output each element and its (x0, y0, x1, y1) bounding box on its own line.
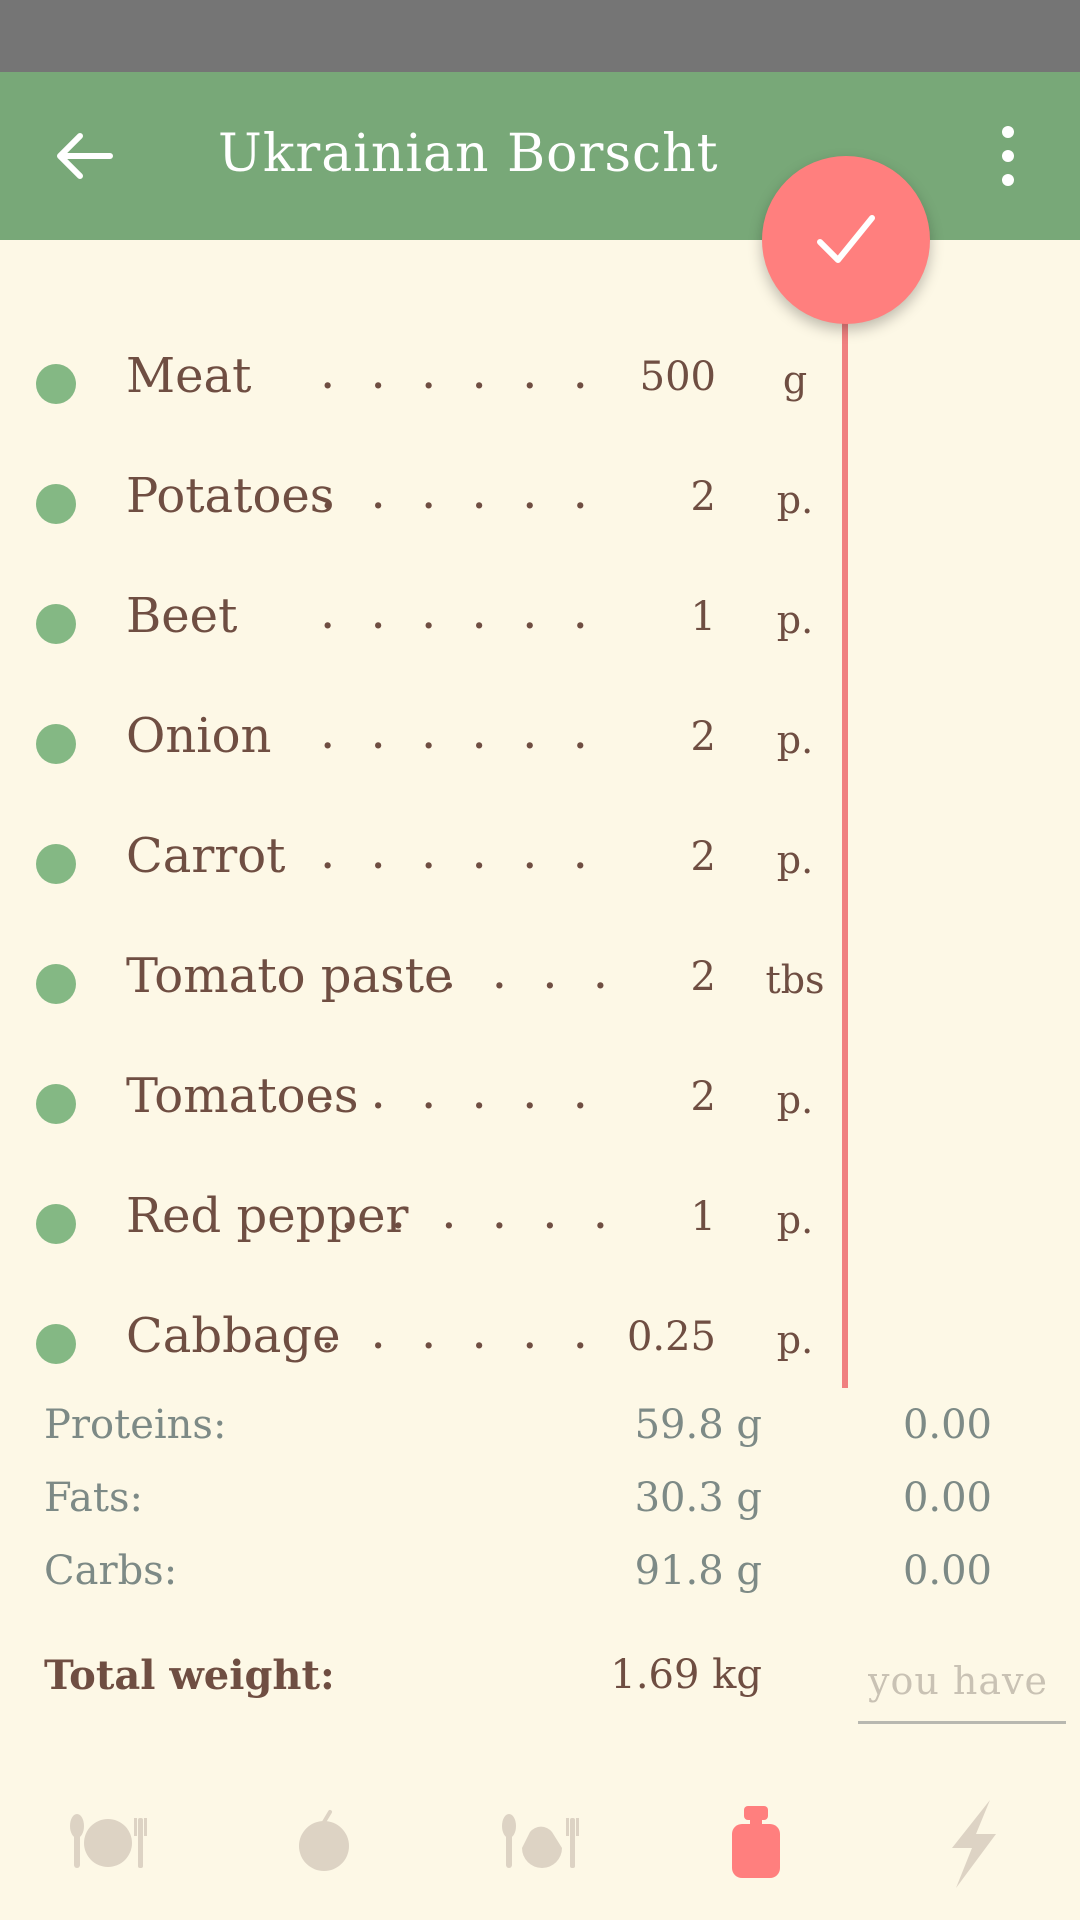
status-dot (36, 1204, 76, 1244)
more-options-button[interactable] (986, 120, 1030, 192)
nav-item-meat[interactable] (490, 1798, 590, 1888)
plate-cutlery-icon (70, 1814, 147, 1868)
ingredient-row[interactable]: Red pepper . . . . . . 1 p. (0, 1164, 860, 1284)
chicken-leg-icon (502, 1814, 579, 1868)
status-dot (36, 724, 76, 764)
ingredient-name: Carrot (126, 828, 286, 884)
ingredient-quantity: 1 (690, 594, 716, 640)
status-dot (36, 484, 76, 524)
leader-dots: . . . . . . . . . (320, 704, 618, 760)
fats-label: Fats: (44, 1475, 143, 1521)
arrow-left-icon (57, 133, 113, 179)
leader-dots: . . . . . . . . . (320, 344, 618, 400)
leader-dots: . . . . . . . . (320, 464, 618, 520)
ingredient-unit: p. (776, 1078, 814, 1122)
weight-icon (732, 1806, 780, 1878)
back-button[interactable] (40, 112, 128, 200)
ingredient-quantity: 1 (690, 1194, 716, 1240)
ingredient-name: Cabbage (126, 1308, 341, 1364)
ingredient-unit: p. (776, 478, 814, 522)
ingredient-unit: g (782, 358, 808, 402)
ingredient-unit: p. (776, 1318, 814, 1362)
ingredient-unit: p. (776, 598, 814, 642)
ingredient-quantity: 2 (690, 954, 716, 1000)
proteins-value: 59.8 g (634, 1402, 762, 1448)
ingredient-unit: p. (776, 718, 814, 762)
status-dot (36, 604, 76, 644)
ingredient-quantity: 500 (639, 354, 716, 400)
carbs-value: 91.8 g (634, 1548, 762, 1594)
status-dot (36, 844, 76, 884)
bottom-nav (0, 1760, 1080, 1920)
nav-item-fruits[interactable] (274, 1798, 374, 1888)
lightning-icon (952, 1800, 996, 1888)
nav-item-dishes[interactable] (58, 1798, 158, 1888)
proteins-have: 0.00 (902, 1402, 992, 1448)
fats-have: 0.00 (902, 1475, 992, 1521)
proteins-label: Proteins: (44, 1402, 227, 1448)
leader-dots: . . . . . . . . (320, 1304, 618, 1360)
ingredient-quantity: 2 (690, 474, 716, 520)
ingredient-row[interactable]: Potatoes . . . . . . . . 2 p. (0, 444, 860, 564)
total-weight-value: 1.69 kg (610, 1652, 762, 1698)
leader-dots: . . . . . . (340, 1184, 618, 1240)
you-have-input[interactable] (858, 1640, 1066, 1724)
nav-item-energy[interactable] (922, 1798, 1022, 1888)
leader-dots: . . . . . . . . . (320, 824, 618, 880)
page-title: Ukrainian Borscht (218, 124, 719, 184)
ingredient-name: Potatoes (126, 468, 335, 524)
ingredient-row[interactable]: Onion . . . . . . . . . 2 p. (0, 684, 860, 804)
status-dot (36, 364, 76, 404)
leader-dots: . . . . . . . . . (320, 584, 618, 640)
ingredient-row[interactable]: Cabbage . . . . . . . . 0.25 p. (0, 1284, 860, 1404)
ingredient-quantity: 2 (690, 714, 716, 760)
ingredient-row[interactable]: Meat . . . . . . . . . 500 g (0, 324, 860, 444)
ingredient-quantity: 2 (690, 834, 716, 880)
nav-item-weight[interactable] (706, 1798, 806, 1888)
ingredient-row[interactable]: Tomatoes . . . . . . . 2 p. (0, 1044, 860, 1164)
ingredient-name: Beet (126, 588, 238, 644)
more-vert-icon (1002, 126, 1014, 186)
ingredient-row[interactable]: Tomato paste . . . . . 2 tbs (0, 924, 860, 1044)
ingredient-unit: tbs (765, 958, 825, 1002)
ingredient-name: Onion (126, 708, 272, 764)
status-dot (36, 1084, 76, 1124)
ingredient-quantity: 2 (690, 1074, 716, 1120)
carbs-label: Carbs: (44, 1548, 178, 1594)
ingredient-name: Meat (126, 348, 252, 404)
ingredient-unit: p. (776, 838, 814, 882)
ingredient-unit: p. (776, 1198, 814, 1242)
carbs-have: 0.00 (902, 1548, 992, 1594)
ingredient-row[interactable]: Carrot . . . . . . . . . 2 p. (0, 804, 860, 924)
ingredient-row[interactable]: Beet . . . . . . . . . 1 p. (0, 564, 860, 684)
leader-dots: . . . . . . . (320, 1064, 618, 1120)
leader-dots: . . . . . (390, 944, 618, 1000)
confirm-fab[interactable] (762, 156, 930, 324)
status-dot (36, 1324, 76, 1364)
check-icon (817, 215, 875, 263)
total-weight-label: Total weight: (44, 1652, 335, 1699)
status-dot (36, 964, 76, 1004)
status-bar (0, 0, 1080, 72)
apple-icon (299, 1810, 349, 1871)
fats-value: 30.3 g (634, 1475, 762, 1521)
ingredient-quantity: 0.25 (626, 1314, 716, 1360)
